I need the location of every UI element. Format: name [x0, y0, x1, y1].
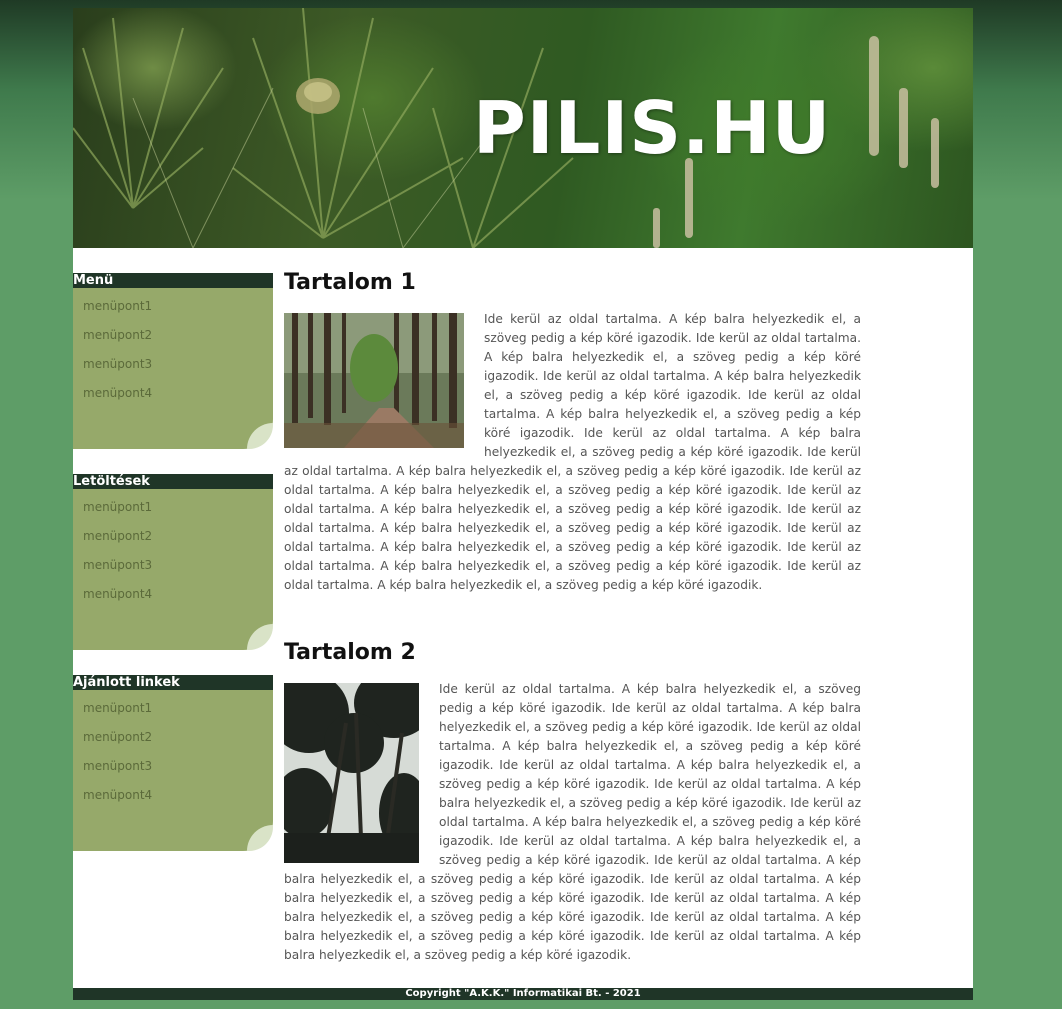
- page-curl-decoration: [247, 624, 273, 650]
- sidebar-item: menüpont4: [83, 381, 273, 410]
- content-section-1: Tartalom 1 Ide kerül az oldal tartalma. …: [284, 270, 861, 595]
- sidebar-box-title: Letöltések: [73, 474, 273, 489]
- sidebar-item: menüpont3: [83, 352, 273, 381]
- page-curl-decoration: [247, 423, 273, 449]
- section-heading: Tartalom 2: [284, 640, 416, 665]
- forest-path-photo: [284, 313, 464, 448]
- sidebar-item: menüpont1: [83, 294, 273, 323]
- sidebar-link[interactable]: menüpont1: [83, 299, 152, 313]
- sidebar-link[interactable]: menüpont2: [83, 328, 152, 342]
- sidebar-link[interactable]: menüpont3: [83, 759, 152, 773]
- tree-canopy-photo: [284, 683, 419, 863]
- sidebar-item: menüpont1: [83, 696, 273, 725]
- sidebar-box-body: menüpont1 menüpont2 menüpont3 menüpont4: [73, 489, 273, 650]
- sidebar-menu-list: menüpont1 menüpont2 menüpont3 menüpont4: [73, 288, 273, 410]
- sidebar-item: menüpont2: [83, 524, 273, 553]
- sidebar-link[interactable]: menüpont2: [83, 529, 152, 543]
- sidebar-link[interactable]: menüpont3: [83, 357, 152, 371]
- sidebar-link[interactable]: menüpont1: [83, 701, 152, 715]
- page-curl-decoration: [247, 825, 273, 851]
- sidebar-links-list: menüpont1 menüpont2 menüpont3 menüpont4: [73, 690, 273, 812]
- sidebar-item: menüpont2: [83, 725, 273, 754]
- sidebar-item: menüpont4: [83, 783, 273, 812]
- sidebar-downloads-list: menüpont1 menüpont2 menüpont3 menüpont4: [73, 489, 273, 611]
- sidebar-item: menüpont2: [83, 323, 273, 352]
- sidebar-item: menüpont3: [83, 553, 273, 582]
- sidebar-link[interactable]: menüpont4: [83, 386, 152, 400]
- sidebar-box-title: Ajánlott linkek: [73, 675, 273, 690]
- page-container: PILIS.HU Menü menüpont1 menüpont2 menüpo…: [73, 8, 973, 1000]
- sidebar-links-box: Ajánlott linkek menüpont1 menüpont2 menü…: [73, 675, 273, 851]
- sidebar-menu-box: Menü menüpont1 menüpont2 menüpont3 menüp…: [73, 273, 273, 449]
- sidebar-link[interactable]: menüpont2: [83, 730, 152, 744]
- sidebar-link[interactable]: menüpont1: [83, 500, 152, 514]
- footer-copyright: Copyright "A.K.K." Informatikai Bt. - 20…: [73, 988, 973, 1000]
- sidebar-downloads-box: Letöltések menüpont1 menüpont2 menüpont3…: [73, 474, 273, 650]
- sidebar-link[interactable]: menüpont4: [83, 587, 152, 601]
- sidebar-box-title: Menü: [73, 273, 273, 288]
- sidebar-item: menüpont4: [83, 582, 273, 611]
- sidebar-item: menüpont1: [83, 495, 273, 524]
- sidebar-link[interactable]: menüpont4: [83, 788, 152, 802]
- sidebar-box-body: menüpont1 menüpont2 menüpont3 menüpont4: [73, 288, 273, 449]
- site-title: PILIS.HU: [473, 86, 832, 170]
- sidebar-item: menüpont3: [83, 754, 273, 783]
- sidebar-box-body: menüpont1 menüpont2 menüpont3 menüpont4: [73, 690, 273, 851]
- content-section-2: Tartalom 2 Ide kerül az oldal tartalma. …: [284, 640, 861, 965]
- section-heading: Tartalom 1: [284, 270, 416, 295]
- header-banner: PILIS.HU: [73, 8, 973, 248]
- sidebar-link[interactable]: menüpont3: [83, 558, 152, 572]
